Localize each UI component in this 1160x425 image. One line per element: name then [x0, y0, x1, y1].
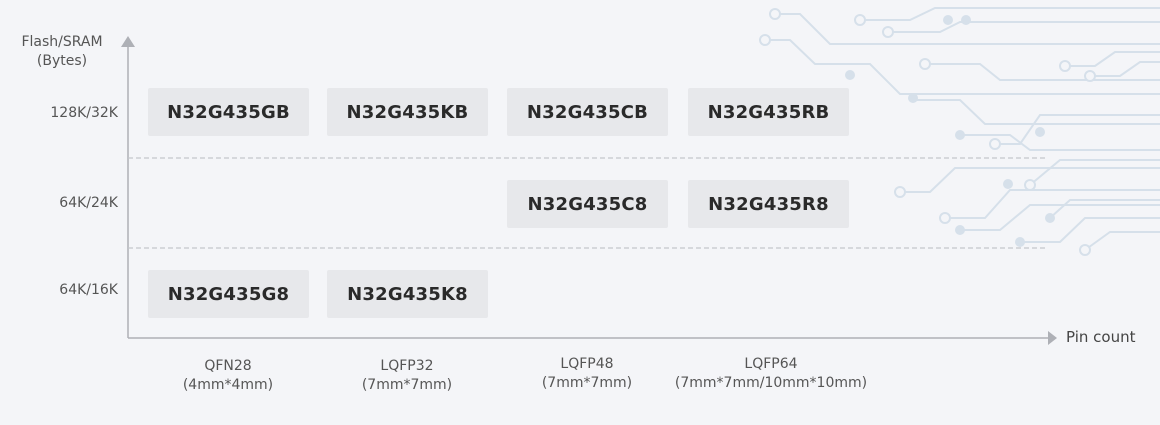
part-n32g435cb[interactable]: N32G435CB	[507, 88, 668, 136]
part-n32g435kb[interactable]: N32G435KB	[327, 88, 488, 136]
part-matrix-diagram: Flash/SRAM (Bytes) 128K/32K 64K/24K 64K/…	[0, 0, 1160, 425]
row-label-64k-16k: 64K/16K	[59, 282, 118, 298]
row-label-128k-32k: 128K/32K	[50, 105, 118, 121]
y-axis-label-line1: Flash/SRAM	[21, 34, 103, 50]
part-n32g435rb[interactable]: N32G435RB	[688, 88, 849, 136]
package-name: LQFP64	[744, 356, 798, 372]
part-n32g435c8[interactable]: N32G435C8	[507, 180, 668, 228]
package-label-lqfp64: LQFP64 (7mm*7mm/10mm*10mm)	[651, 355, 891, 393]
x-axis-arrow	[1048, 331, 1057, 345]
package-size: (7mm*7mm/10mm*10mm)	[674, 375, 868, 391]
part-n32g435g8[interactable]: N32G435G8	[148, 270, 309, 318]
part-n32g435gb[interactable]: N32G435GB	[148, 88, 309, 136]
part-n32g435r8[interactable]: N32G435R8	[688, 180, 849, 228]
y-axis-label: Flash/SRAM (Bytes)	[8, 33, 116, 71]
part-n32g435k8[interactable]: N32G435K8	[327, 270, 488, 318]
x-axis-label: Pin count	[1066, 328, 1136, 346]
row-label-64k-24k: 64K/24K	[59, 195, 118, 211]
y-axis-arrow	[121, 36, 135, 47]
y-axis-label-line2: (Bytes)	[36, 53, 88, 69]
